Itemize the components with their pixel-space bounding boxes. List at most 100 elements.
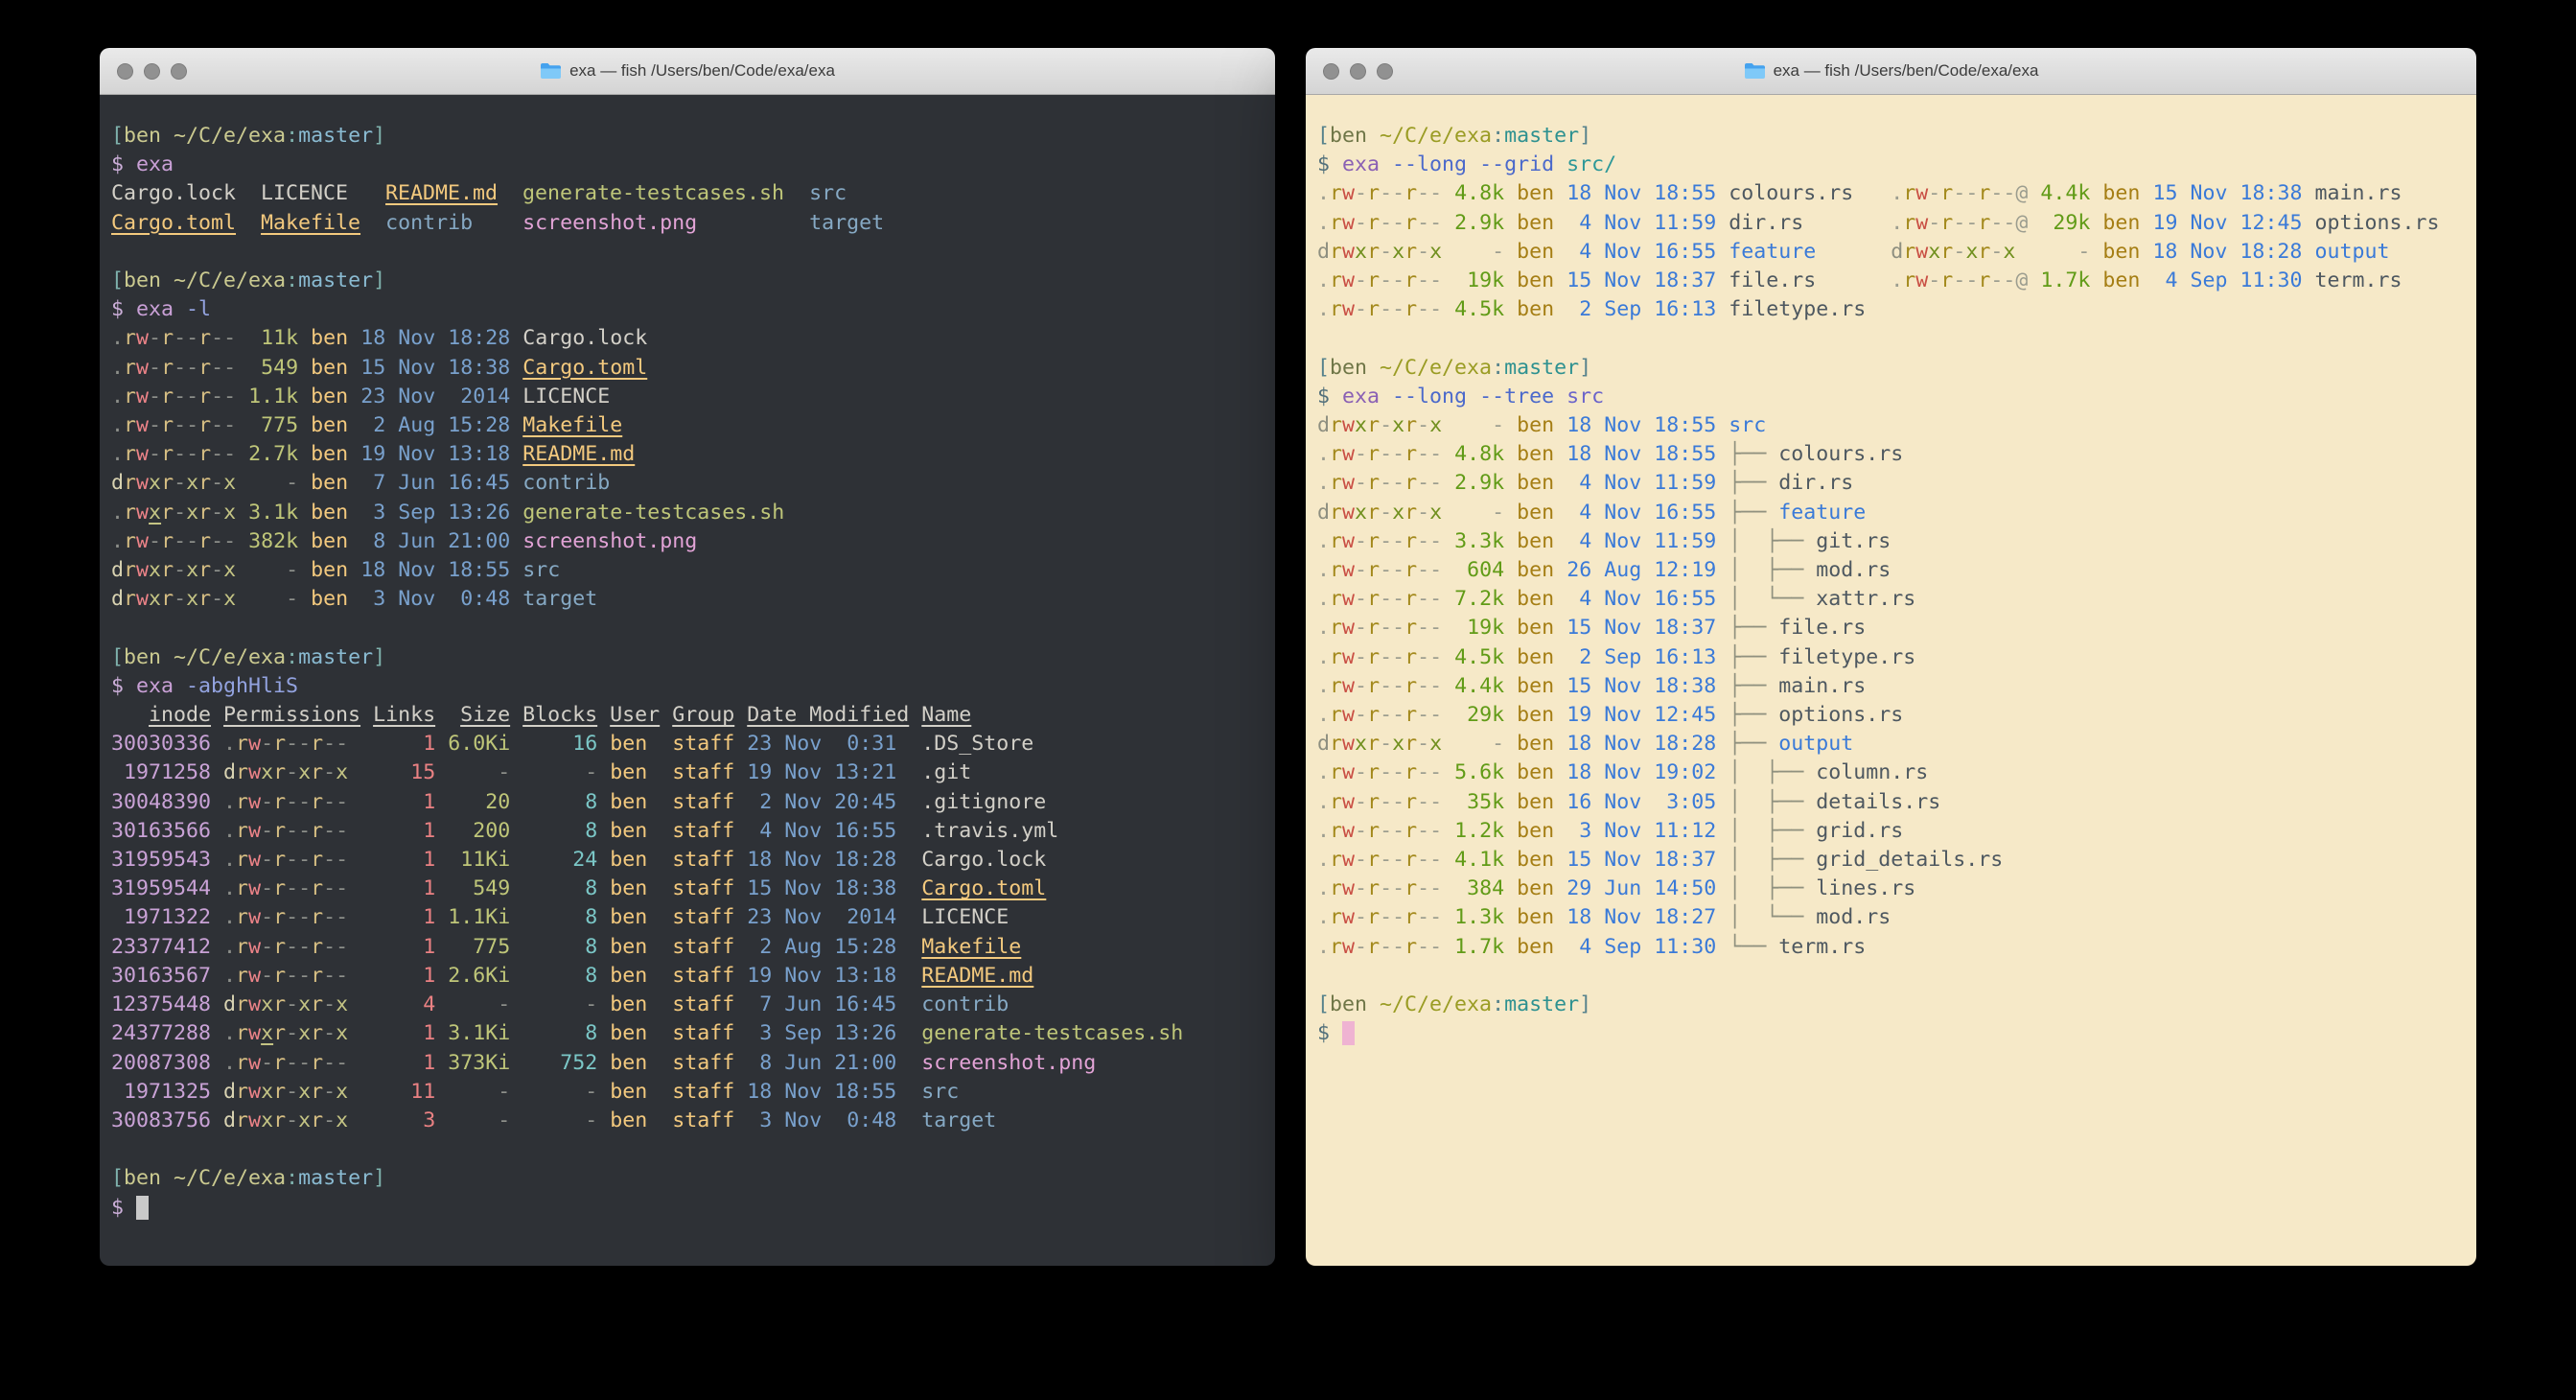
permission-bits: w <box>248 732 261 756</box>
permission-bits: r <box>1367 905 1380 929</box>
permission-bits: r <box>311 964 323 988</box>
permission-bits: r <box>236 876 248 900</box>
terminal-text: │ ├── <box>1716 529 1816 553</box>
permission-bits <box>211 1021 223 1045</box>
terminal-text: feature <box>1716 240 1816 264</box>
permission-bits: x <box>1355 240 1367 264</box>
permission-bits: - <box>261 790 273 814</box>
permission-bits: - <box>1380 790 1392 814</box>
zoom-button[interactable] <box>1377 63 1393 80</box>
permission-bits: - <box>1417 181 1429 205</box>
terminal-text: staff <box>647 848 734 872</box>
permission-bits: w <box>1342 268 1355 292</box>
permission-bits: - <box>298 935 311 959</box>
permission-bits: r <box>124 385 136 408</box>
terminal-text: generate-testcases.sh <box>896 1021 1183 1045</box>
permission-bits: x <box>336 760 348 784</box>
titlebar[interactable]: exa — fish /Users/ben/Code/exa/exa <box>1306 48 2476 95</box>
permission-bits <box>211 790 223 814</box>
terminal-text: ben <box>1504 616 1554 640</box>
permission-bits: x <box>298 992 311 1016</box>
terminal-text: feature <box>1778 501 1866 525</box>
terminal-text: ben <box>1504 558 1554 582</box>
terminal-text <box>161 268 174 292</box>
terminal-line: .rw-r--r-- 4.8k ben 18 Nov 18:55 colours… <box>1317 179 2465 208</box>
terminal-text: 1.1k <box>236 385 298 408</box>
terminal-text: .gitignore <box>896 790 1046 814</box>
terminal-content-dark[interactable]: [ben ~/C/e/exa:master]$ exaCargo.lock LI… <box>100 95 1275 1266</box>
terminal-content-light[interactable]: [ben ~/C/e/exa:master]$ exa --long --gri… <box>1306 95 2476 1266</box>
permission-bits: x <box>261 1080 273 1104</box>
permission-bits: r <box>1330 240 1342 264</box>
terminal-text: 382k <box>236 529 298 553</box>
permission-bits: - <box>1380 703 1392 727</box>
permission-bits: . <box>1317 645 1330 669</box>
terminal-text: 1 <box>348 876 435 900</box>
permission-bits: - <box>1380 876 1392 900</box>
permission-bits: - <box>1990 268 2003 292</box>
terminal-line: .rw-r--r-- 4.5k ben 2 Sep 16:13 filetype… <box>1317 295 2465 324</box>
permission-bits: . <box>1317 876 1330 900</box>
terminal-line: .rw-r--r-- 2.7k ben 19 Nov 13:18 README.… <box>111 440 1264 469</box>
permission-bits: x <box>336 992 348 1016</box>
terminal-text: └── <box>1716 935 1778 959</box>
terminal-text: src <box>1566 385 1604 408</box>
titlebar[interactable]: exa — fish /Users/ben/Code/exa/exa <box>100 48 1275 95</box>
terminal-text: ~/C/e/exa <box>1380 124 1492 148</box>
terminal-text: 3 Nov 0:48 <box>348 587 510 611</box>
permission-bits: - <box>1380 501 1392 525</box>
terminal-line: .rw-r--r-- 1.7k ben 4 Sep 11:30 └── term… <box>1317 933 2465 962</box>
permission-bits: - <box>261 1051 273 1075</box>
terminal-text: ben <box>124 124 161 148</box>
permission-bits: - <box>1355 905 1367 929</box>
permission-bits: x <box>223 558 236 582</box>
minimize-button[interactable] <box>1350 63 1366 80</box>
permission-bits: w <box>1342 297 1355 321</box>
permission-bits: . <box>1317 848 1330 872</box>
permission-bits: r <box>1404 268 1417 292</box>
terminal-text: 18 Nov 19:02 <box>1554 760 1716 784</box>
terminal-text: ~/C/e/exa <box>1380 356 1492 380</box>
permission-bits: w <box>136 385 149 408</box>
permission-bits: r <box>1367 240 1380 264</box>
terminal-text <box>784 181 809 205</box>
terminal-text: [ <box>111 645 124 669</box>
permission-bits: x <box>186 558 198 582</box>
permission-bits: r <box>161 385 174 408</box>
permission-bits: - <box>261 848 273 872</box>
permission-bits: . <box>111 326 124 350</box>
terminal-line: 30163567 .rw-r--r-- 1 2.6Ki 8 ben staff … <box>111 962 1264 991</box>
terminal-text: git.rs <box>1816 529 1891 553</box>
permission-bits: . <box>223 1021 236 1045</box>
permission-bits: - <box>1417 587 1429 611</box>
permission-bits: d <box>1317 413 1330 437</box>
terminal-text <box>211 703 223 727</box>
permission-bits: r <box>273 935 286 959</box>
permission-bits: - <box>149 529 161 553</box>
permission-bits: - <box>1417 935 1429 959</box>
zoom-button[interactable] <box>171 63 187 80</box>
permission-bits: . <box>223 732 236 756</box>
terminal-line: $ exa --long --grid src/ <box>1317 151 2465 179</box>
terminal-text: 1 <box>348 848 435 872</box>
minimize-button[interactable] <box>144 63 160 80</box>
window-title-text: exa — fish /Users/ben/Code/exa/exa <box>569 61 835 81</box>
terminal-text: staff <box>647 876 734 900</box>
permission-bits: r <box>236 935 248 959</box>
terminal-text: 4.5k <box>1442 297 1504 321</box>
terminal-text: 16 <box>510 732 597 756</box>
terminal-text <box>1853 181 1891 205</box>
permission-bits: r <box>198 529 211 553</box>
permission-bits: - <box>1392 935 1404 959</box>
terminal-text: 775 <box>236 413 298 437</box>
close-button[interactable] <box>1323 63 1339 80</box>
terminal-text: 8 <box>510 790 597 814</box>
permission-bits: - <box>261 876 273 900</box>
terminal-text: [ <box>1317 356 1330 380</box>
terminal-text: ben <box>298 501 348 525</box>
permission-bits: r <box>1404 848 1417 872</box>
close-button[interactable] <box>117 63 133 80</box>
permission-bits: - <box>1429 211 1442 235</box>
permission-bits: x <box>149 587 161 611</box>
terminal-line: .rw-r--r-- 1.2k ben 3 Nov 11:12 │ ├── gr… <box>1317 817 2465 846</box>
